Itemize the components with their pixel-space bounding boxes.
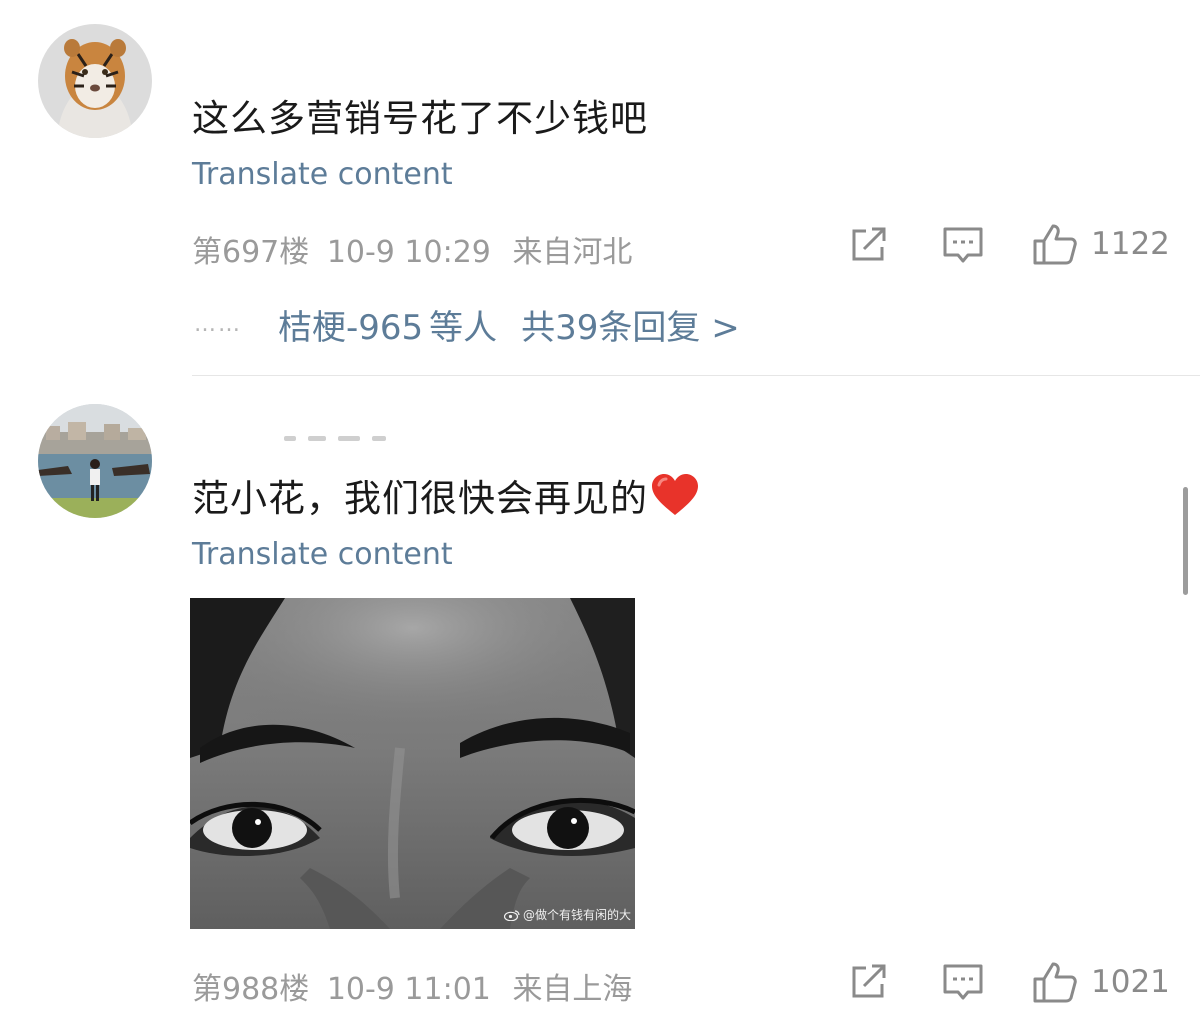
replies-dots: ……	[194, 311, 242, 337]
share-button[interactable]	[850, 964, 888, 1000]
comment-time: 10-9 11:01	[326, 972, 491, 1007]
reply-user-link[interactable]: 桔梗-965	[278, 300, 423, 349]
like-count: 1122	[1091, 226, 1170, 262]
comment-meta: 第988楼 10-9 11:01 来自上海	[192, 964, 632, 1008]
translate-content-link[interactable]: Translate content	[192, 537, 453, 572]
thumbs-up-icon	[1033, 962, 1077, 1003]
like-count: 1021	[1091, 964, 1170, 1000]
comment-location: 来自河北	[512, 235, 633, 270]
comment-meta: 第697楼 10-9 10:29 来自河北	[192, 227, 632, 271]
floor-number: 第988楼	[192, 972, 310, 1007]
eyes-photo	[190, 598, 635, 929]
comment-icon	[943, 227, 983, 263]
comment-time: 10-9 10:29	[326, 235, 491, 270]
share-icon	[852, 964, 886, 998]
translate-content-link[interactable]: Translate content	[192, 157, 453, 192]
heart-icon	[650, 473, 700, 526]
divider	[192, 375, 1200, 376]
floor-number: 第697楼	[192, 235, 310, 270]
watermark-text: @做个有钱有闲的大	[522, 908, 631, 922]
share-icon	[852, 227, 886, 261]
reply-count-link[interactable]: 共39条回复 >	[521, 300, 740, 349]
comment-image[interactable]: @做个有钱有闲的大	[190, 598, 635, 929]
weibo-icon	[503, 909, 520, 921]
image-watermark: @做个有钱有闲的大	[503, 906, 631, 923]
like-button[interactable]: 1021	[1033, 961, 1170, 1003]
like-button[interactable]: 1122	[1033, 223, 1170, 265]
comment-text-body: 范小花，我们很快会再见的	[192, 477, 648, 520]
person-harbor-avatar-image	[38, 404, 152, 518]
thumbs-up-icon	[1033, 224, 1077, 265]
comment-text: 这么多营销号花了不少钱吧	[192, 97, 648, 140]
comment-text: 范小花，我们很快会再见的	[192, 468, 700, 526]
reply-suffix: 等人	[429, 307, 498, 348]
replies-summary[interactable]: …… 桔梗-965 等人 共39条回复 >	[194, 300, 740, 348]
comment-location: 来自上海	[512, 972, 633, 1007]
scrollbar[interactable]	[1183, 487, 1188, 595]
avatar[interactable]	[38, 404, 152, 518]
tiger-avatar-image	[38, 24, 152, 138]
comment-button[interactable]	[943, 226, 983, 266]
share-button[interactable]	[850, 227, 888, 263]
avatar[interactable]	[38, 24, 152, 138]
comment-feed: 这么多营销号花了不少钱吧 Translate content 第697楼 10-…	[0, 0, 1200, 1034]
username-fragment	[280, 436, 390, 442]
comment-icon	[943, 964, 983, 1000]
comment-button[interactable]	[943, 963, 983, 1003]
